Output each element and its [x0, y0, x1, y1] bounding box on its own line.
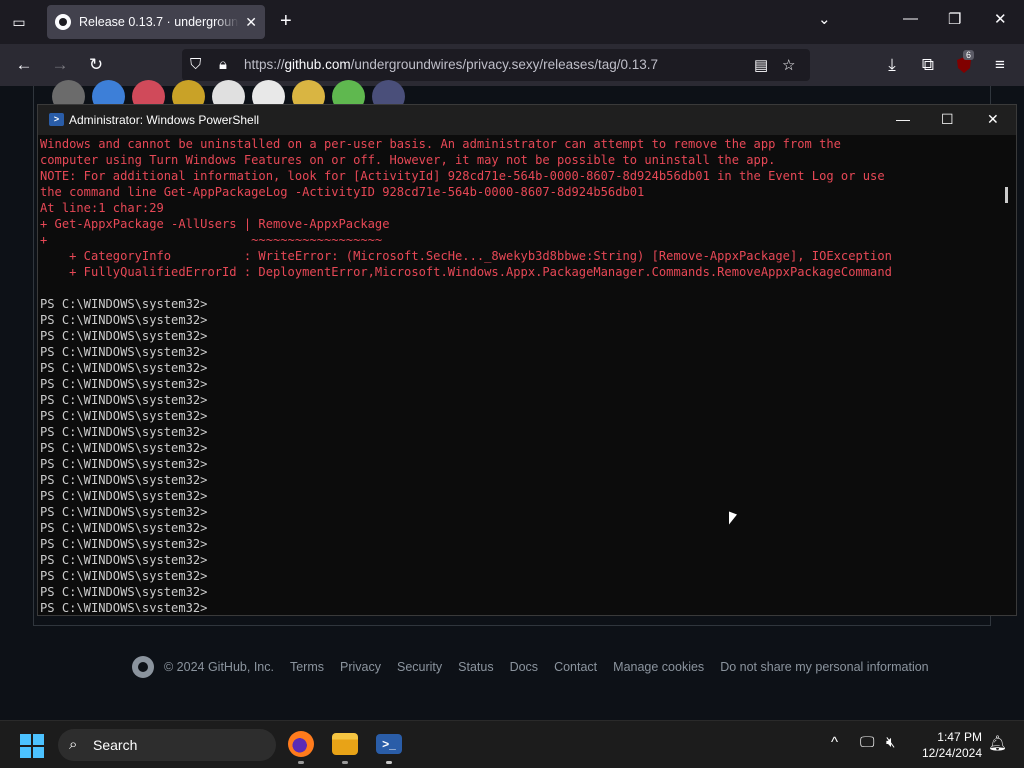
console-error-line: + Get-AppxPackage -AllUsers | Remove-App… — [40, 217, 390, 231]
back-icon[interactable]: ← — [12, 54, 36, 76]
powershell-minimize-icon[interactable]: — — [896, 111, 910, 127]
network-icon[interactable]: 🖵︎ — [860, 734, 874, 751]
console-error-line: At line:1 char:29 — [40, 201, 164, 215]
console-error-line: + FullyQualifiedErrorId : DeploymentErro… — [40, 265, 892, 279]
github-footer: © 2024 GitHub, Inc. Terms Privacy Securi… — [132, 656, 929, 678]
footer-link-docs[interactable]: Docs — [510, 660, 538, 674]
console-scrollbar-thumb[interactable] — [1005, 187, 1008, 203]
powershell-taskbar-icon[interactable]: >_ — [376, 734, 402, 754]
browser-tab-active[interactable]: Release 0.13.7 · undergroundwires/privac… — [47, 5, 265, 39]
tab-overflow-chevron-icon[interactable]: ⌄ — [818, 10, 831, 28]
powershell-window[interactable]: > Administrator: Windows PowerShell — ☐ … — [37, 104, 1017, 616]
footer-link-terms[interactable]: Terms — [290, 660, 324, 674]
mouse-pointer-icon — [729, 511, 737, 528]
clock-date: 12/24/2024 — [921, 746, 982, 760]
restore-window-icon[interactable]: ❐ — [948, 10, 961, 28]
console-prompt-line: PS C:\WINDOWS\system32> — [40, 553, 208, 567]
console-prompt-line — [40, 280, 1000, 296]
file-explorer-running-indicator — [342, 761, 348, 764]
windows-taskbar: ⌕ Search >_ ^ 🖵︎ 🔇︎ 1:47 PM 12/24/2024 🔔… — [0, 720, 1024, 768]
powershell-running-indicator — [386, 761, 392, 764]
notification-bell-icon[interactable]: 🔔︎ — [988, 734, 1007, 752]
powershell-console-output[interactable]: Windows and cannot be uninstalled on a p… — [40, 136, 1000, 612]
tracking-protection-shield-icon[interactable]: ⛉ — [190, 56, 201, 73]
footer-link-status[interactable]: Status — [458, 660, 493, 674]
console-prompt-line: PS C:\WINDOWS\system32> — [40, 409, 208, 423]
footer-link-manage-cookies[interactable]: Manage cookies — [613, 660, 704, 674]
footer-link-contact[interactable]: Contact — [554, 660, 597, 674]
tab-title: Release 0.13.7 · undergroundwires/privac… — [79, 15, 239, 29]
taskbar-search-box[interactable]: ⌕ Search — [58, 729, 276, 761]
firefox-running-indicator — [298, 761, 304, 764]
downloads-icon[interactable]: ⤓ — [880, 54, 904, 76]
url-text[interactable]: https://github.com/undergroundwires/priv… — [244, 57, 658, 72]
console-error-line: Windows and cannot be uninstalled on a p… — [40, 137, 841, 151]
url-scheme: https:// — [244, 57, 285, 72]
console-prompt-line: PS C:\WINDOWS\system32> — [40, 521, 208, 535]
clock-time: 1:47 PM — [937, 730, 982, 744]
forward-icon[interactable]: → — [48, 54, 72, 76]
console-prompt-line: PS C:\WINDOWS\system32> — [40, 377, 208, 391]
file-explorer-taskbar-icon[interactable] — [332, 733, 358, 755]
console-prompt-line: PS C:\WINDOWS\system32> — [40, 345, 208, 359]
console-prompt-line: PS C:\WINDOWS\system32> — [40, 457, 208, 471]
console-error-line: computer using Turn Windows Features on … — [40, 153, 776, 167]
console-prompt-line: PS C:\WINDOWS\system32> — [40, 393, 208, 407]
console-prompt-line: PS C:\WINDOWS\system32> — [40, 537, 208, 551]
powershell-icon: > — [49, 113, 64, 126]
console-error-line: + ~~~~~~~~~~~~~~~~~~ — [40, 233, 383, 247]
console-prompt-line: PS C:\WINDOWS\system32> — [40, 569, 208, 583]
extension-badge-count: 6 — [963, 50, 975, 60]
console-prompt-line: PS C:\WINDOWS\system32> — [40, 329, 208, 343]
console-error-line: NOTE: For additional information, look f… — [40, 169, 885, 183]
taskbar-clock[interactable]: 1:47 PM 12/24/2024 — [916, 729, 982, 761]
powershell-title: Administrator: Windows PowerShell — [69, 113, 260, 127]
url-path: /undergroundwires/privacy.sexy/releases/… — [350, 57, 658, 72]
show-hidden-icons-chevron-icon[interactable]: ^ — [831, 734, 838, 751]
url-host: github.com — [284, 57, 351, 72]
footer-link-privacy[interactable]: Privacy — [340, 660, 381, 674]
lock-icon[interactable]: 🔒︎ — [219, 56, 227, 73]
github-logo-icon[interactable] — [132, 656, 154, 678]
windows-start-icon[interactable] — [20, 734, 44, 758]
console-prompt-line: PS C:\WINDOWS\system32> — [40, 473, 208, 487]
firefox-taskbar-icon[interactable] — [288, 731, 314, 757]
console-prompt-line: PS C:\WINDOWS\system32> — [40, 441, 208, 455]
close-window-icon[interactable]: ✕ — [994, 10, 1007, 28]
minimize-window-icon[interactable]: — — [903, 10, 918, 27]
console-prompt-line: PS C:\WINDOWS\system32> — [40, 505, 208, 519]
address-bar[interactable]: ⛉ 🔒︎ https://github.com/undergroundwires… — [182, 49, 810, 81]
reload-icon[interactable]: ↻ — [84, 54, 108, 76]
list-all-tabs-icon[interactable]: ▭ — [8, 11, 30, 33]
console-prompt-line: PS C:\WINDOWS\system32> — [40, 601, 208, 612]
powershell-close-icon[interactable]: ✕ — [987, 111, 999, 128]
console-prompt-line: PS C:\WINDOWS\system32> — [40, 313, 208, 327]
console-prompt-line: PS C:\WINDOWS\system32> — [40, 297, 208, 311]
reader-view-icon[interactable]: ▤ — [754, 56, 768, 74]
powershell-titlebar[interactable]: > Administrator: Windows PowerShell — ☐ … — [38, 105, 1016, 135]
search-icon: ⌕ — [69, 736, 78, 753]
console-prompt-line: PS C:\WINDOWS\system32> — [40, 425, 208, 439]
footer-copyright: © 2024 GitHub, Inc. — [164, 660, 274, 674]
browser-tab-strip: ▭ Release 0.13.7 · undergroundwires/priv… — [0, 0, 1024, 44]
close-tab-icon[interactable]: ✕ — [245, 14, 257, 31]
menu-hamburger-icon[interactable]: ≡ — [988, 54, 1012, 76]
footer-link-security[interactable]: Security — [397, 660, 442, 674]
footer-link-do-not-share[interactable]: Do not share my personal information — [720, 660, 928, 674]
new-tab-icon[interactable]: + — [280, 11, 292, 31]
volume-muted-icon[interactable]: 🔇︎ — [886, 734, 895, 751]
bookmark-star-icon[interactable]: ☆ — [782, 56, 795, 74]
search-label: Search — [93, 737, 138, 753]
extensions-icon[interactable]: ⧉ — [916, 54, 940, 76]
github-icon — [55, 14, 71, 30]
console-error-line: + CategoryInfo : WriteError: (Microsoft.… — [40, 249, 892, 263]
console-error-line: the command line Get-AppPackageLog -Acti… — [40, 185, 645, 199]
console-prompt-line: PS C:\WINDOWS\system32> — [40, 361, 208, 375]
console-prompt-line: PS C:\WINDOWS\system32> — [40, 489, 208, 503]
console-prompt-line: PS C:\WINDOWS\system32> — [40, 585, 208, 599]
powershell-maximize-icon[interactable]: ☐ — [941, 111, 954, 128]
